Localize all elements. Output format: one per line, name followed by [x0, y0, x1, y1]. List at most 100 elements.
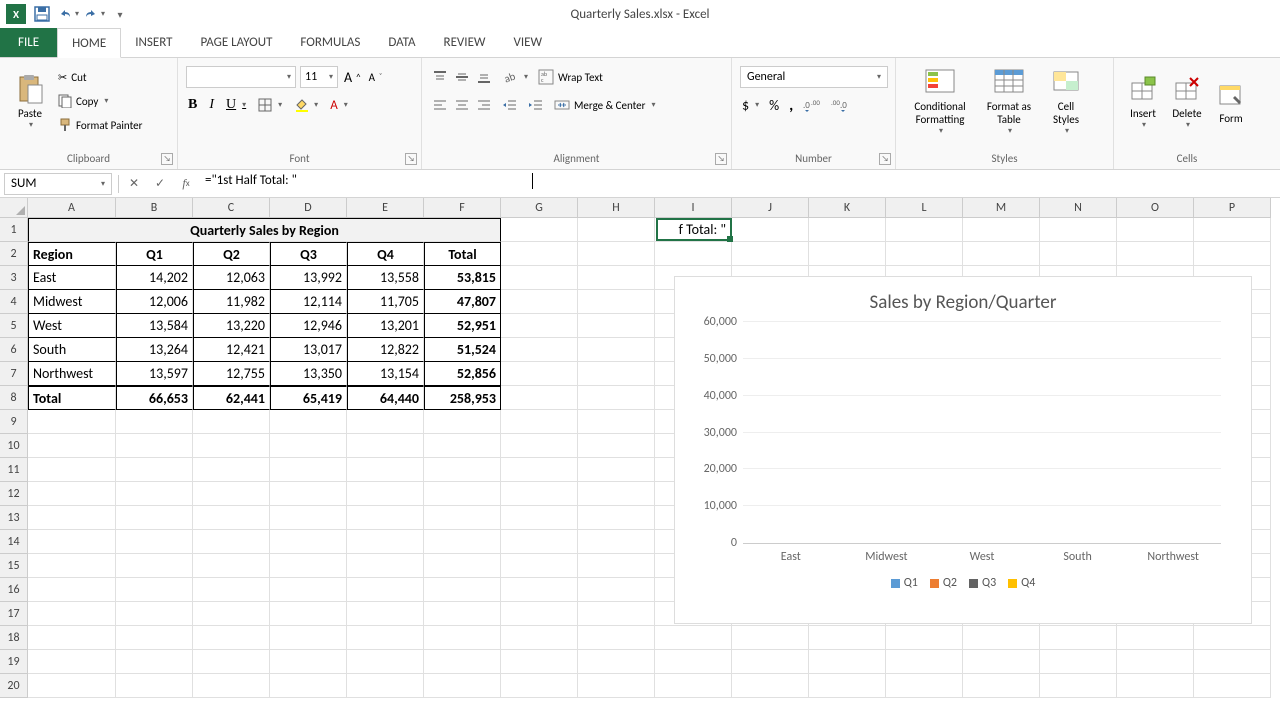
cell[interactable]: 12,946 — [270, 314, 347, 338]
align-right-icon[interactable] — [474, 94, 494, 116]
cell[interactable] — [732, 674, 809, 698]
cell[interactable] — [655, 674, 732, 698]
cell[interactable] — [270, 578, 347, 602]
cell[interactable] — [963, 650, 1040, 674]
cell[interactable] — [578, 482, 655, 506]
cell[interactable]: 13,992 — [270, 266, 347, 290]
cell[interactable] — [116, 482, 193, 506]
conditional-formatting-button[interactable]: ConditionalFormatting▾ — [904, 64, 976, 138]
cell[interactable] — [732, 626, 809, 650]
cell[interactable]: 12,421 — [193, 338, 270, 362]
cell[interactable] — [193, 626, 270, 650]
copy-button[interactable]: Copy▾ — [56, 90, 144, 112]
cell[interactable] — [501, 338, 578, 362]
cell[interactable]: 13,350 — [270, 362, 347, 386]
font-dialog-launcher[interactable]: ↘ — [405, 153, 417, 165]
row-header[interactable]: 12 — [0, 482, 28, 506]
cell[interactable] — [424, 458, 501, 482]
delete-cells-button[interactable]: Delete▾ — [1166, 71, 1208, 132]
cell[interactable] — [1040, 674, 1117, 698]
cell[interactable] — [501, 578, 578, 602]
cell[interactable] — [501, 218, 578, 242]
row-header[interactable]: 19 — [0, 650, 28, 674]
cell[interactable] — [193, 530, 270, 554]
cell[interactable] — [347, 626, 424, 650]
cell[interactable] — [578, 362, 655, 386]
cell[interactable] — [578, 386, 655, 410]
tab-insert[interactable]: INSERT — [121, 28, 186, 57]
cell[interactable] — [501, 674, 578, 698]
cell[interactable] — [578, 506, 655, 530]
bold-button[interactable]: B — [186, 94, 199, 116]
insert-function-icon[interactable]: fx — [173, 173, 199, 195]
cell[interactable] — [578, 290, 655, 314]
cell[interactable] — [501, 386, 578, 410]
cell[interactable] — [578, 458, 655, 482]
cell[interactable] — [732, 242, 809, 266]
cell[interactable]: Q2 — [193, 242, 270, 266]
cell[interactable] — [116, 674, 193, 698]
cell[interactable] — [655, 626, 732, 650]
cell-styles-button[interactable]: CellStyles▾ — [1042, 64, 1090, 138]
cell[interactable] — [809, 218, 886, 242]
cell[interactable]: 65,419 — [270, 386, 347, 410]
cell[interactable] — [28, 602, 116, 626]
align-left-icon[interactable] — [430, 94, 450, 116]
cell[interactable] — [116, 554, 193, 578]
increase-decimal-icon[interactable]: .0.00 — [801, 94, 823, 116]
cell[interactable] — [424, 578, 501, 602]
save-icon[interactable] — [30, 2, 54, 26]
cell[interactable] — [501, 602, 578, 626]
cell[interactable]: South — [28, 338, 116, 362]
cell[interactable] — [809, 626, 886, 650]
align-center-icon[interactable] — [452, 94, 472, 116]
col-header[interactable]: G — [501, 198, 578, 218]
cell[interactable] — [1194, 218, 1271, 242]
cell[interactable]: 13,154 — [347, 362, 424, 386]
cell[interactable] — [347, 434, 424, 458]
cell[interactable] — [1194, 650, 1271, 674]
cell[interactable]: 53,815 — [424, 266, 501, 290]
number-format-dropdown[interactable]: General▾ — [740, 66, 888, 88]
cell[interactable]: Midwest — [28, 290, 116, 314]
cell[interactable] — [193, 650, 270, 674]
row-header[interactable]: 4 — [0, 290, 28, 314]
cell[interactable]: 258,953 — [424, 386, 501, 410]
orientation-button[interactable]: ab▾ — [500, 66, 530, 88]
align-top-icon[interactable] — [430, 66, 450, 88]
cell[interactable] — [347, 674, 424, 698]
merge-center-button[interactable]: Merge & Center▾ — [552, 94, 680, 116]
cell[interactable] — [193, 506, 270, 530]
cell[interactable]: 13,201 — [347, 314, 424, 338]
row-header[interactable]: 8 — [0, 386, 28, 410]
cell[interactable] — [270, 674, 347, 698]
cell[interactable]: Total — [424, 242, 501, 266]
cell[interactable] — [501, 650, 578, 674]
increase-indent-icon[interactable] — [526, 94, 546, 116]
col-header[interactable]: D — [270, 198, 347, 218]
cell[interactable]: Quarterly Sales by Region — [28, 218, 501, 242]
cell[interactable] — [963, 674, 1040, 698]
redo-icon[interactable]: ▾ — [82, 2, 106, 26]
cell[interactable] — [732, 650, 809, 674]
cell[interactable] — [116, 506, 193, 530]
format-as-table-button[interactable]: Format asTable▾ — [980, 64, 1038, 138]
qat-customize-icon[interactable]: ▾ — [108, 2, 132, 26]
paste-button[interactable]: Paste ▾ — [8, 71, 52, 132]
cancel-formula-icon[interactable]: ✕ — [121, 173, 147, 195]
decrease-decimal-icon[interactable]: .00.0 — [829, 94, 851, 116]
cell[interactable] — [578, 338, 655, 362]
cell[interactable]: 66,653 — [116, 386, 193, 410]
row-header[interactable]: 16 — [0, 578, 28, 602]
col-header[interactable]: L — [886, 198, 963, 218]
cell[interactable]: East — [28, 266, 116, 290]
cell[interactable] — [1117, 650, 1194, 674]
cell[interactable] — [28, 434, 116, 458]
cell[interactable] — [116, 458, 193, 482]
cell[interactable] — [501, 506, 578, 530]
cell[interactable] — [886, 626, 963, 650]
wrap-text-button[interactable]: abcWrap Text — [536, 66, 636, 88]
cell[interactable] — [116, 602, 193, 626]
format-cells-button[interactable]: Form — [1210, 76, 1252, 127]
cell[interactable] — [424, 482, 501, 506]
